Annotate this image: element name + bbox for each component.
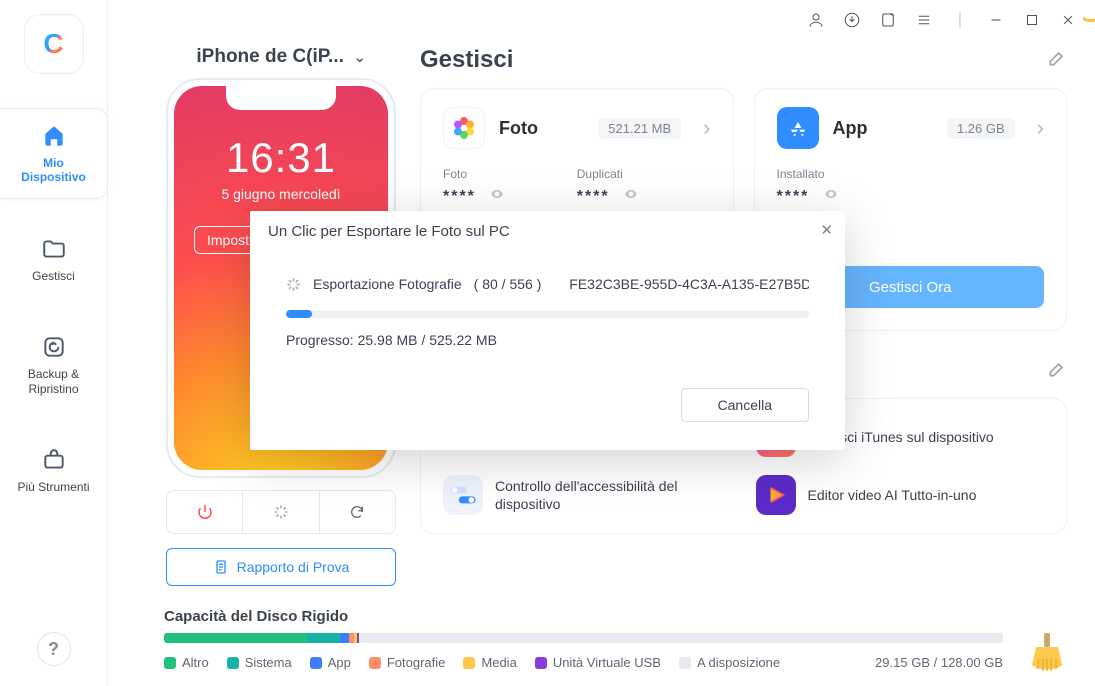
backup-icon bbox=[40, 333, 68, 361]
nav-label: Gestisci bbox=[32, 269, 75, 283]
nav-label: Ripristino bbox=[28, 382, 78, 396]
export-filename: FE32C3BE-955D-4C3A-A135-E27B5DC34B bbox=[569, 276, 809, 292]
progress-bar bbox=[286, 310, 809, 318]
nav-label: Backup & bbox=[28, 367, 79, 381]
export-progress-dialog: Un Clic per Esportare le Foto sul PC ✕ E… bbox=[250, 211, 845, 450]
folder-icon bbox=[40, 235, 68, 263]
cancel-button[interactable]: Cancella bbox=[681, 388, 809, 422]
nav-label: Più Strumenti bbox=[17, 480, 89, 494]
export-count: ( 80 / 556 ) bbox=[474, 276, 542, 292]
dialog-title: Un Clic per Esportare le Foto sul PC bbox=[250, 211, 845, 250]
spinner-icon bbox=[286, 277, 301, 292]
progress-text: Progresso: 25.98 MB / 525.22 MB bbox=[286, 332, 809, 348]
close-icon[interactable]: ✕ bbox=[820, 221, 833, 239]
export-task: Esportazione Fotografie bbox=[313, 276, 462, 292]
toolbox-icon bbox=[40, 446, 68, 474]
nav-label: Mio bbox=[43, 156, 64, 170]
nav-label: Dispositivo bbox=[21, 170, 86, 184]
home-icon bbox=[40, 122, 68, 150]
